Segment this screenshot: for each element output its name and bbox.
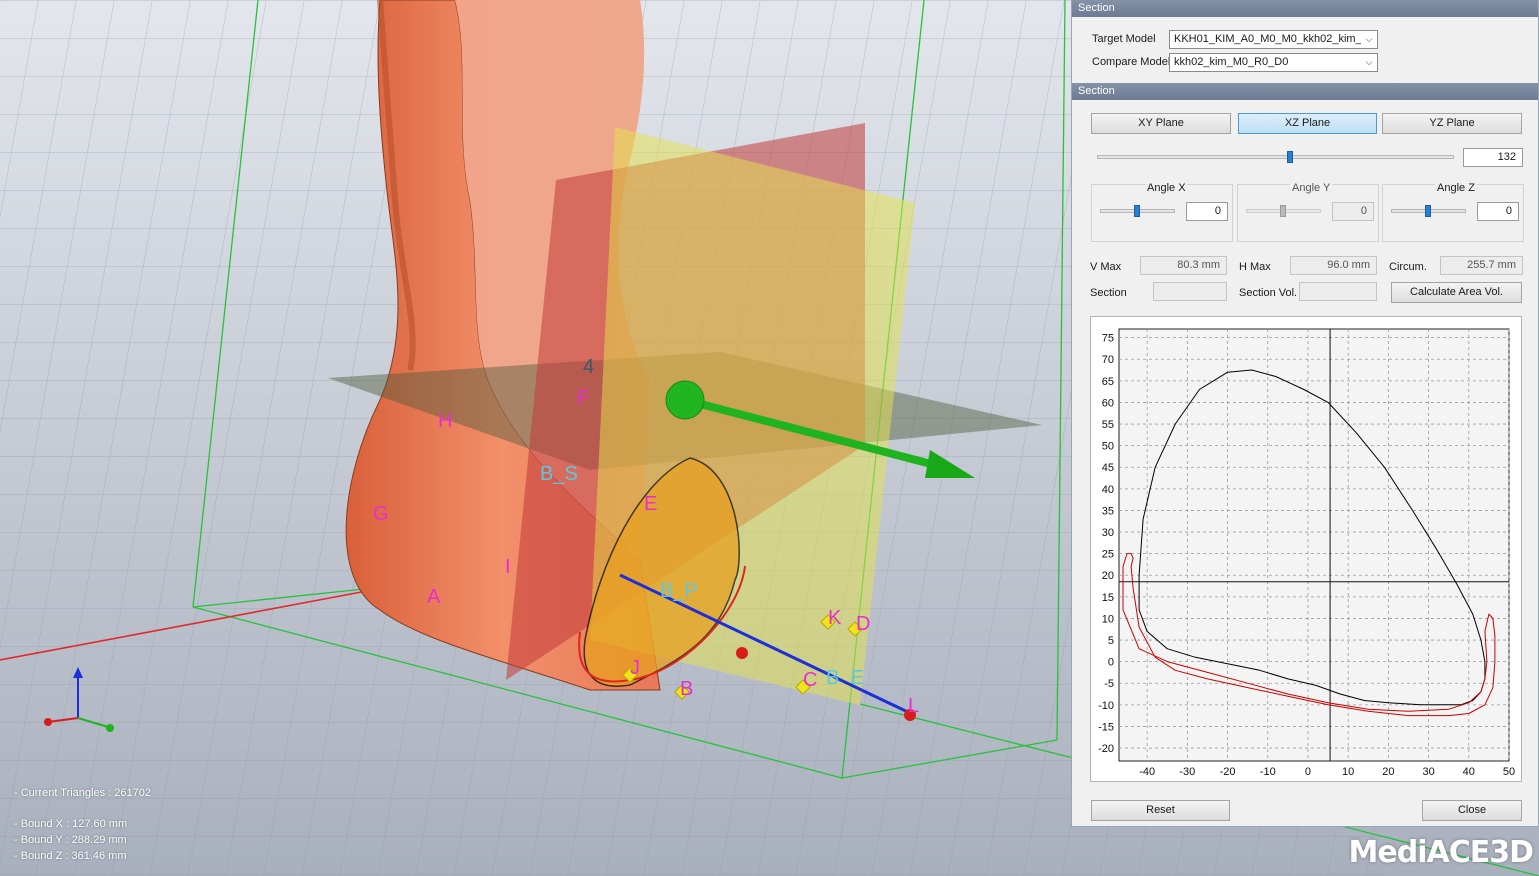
chart-svg: -40 -30 -20 -10 0 10 20 30 40 5075706560555045403… bbox=[1098, 328, 1515, 778]
angle-z-group: Angle Z 0 bbox=[1382, 182, 1524, 242]
compare-model-select[interactable]: kkh02_kim_M0_R0_D0 ⌵ bbox=[1169, 53, 1378, 72]
xy-plane-button[interactable]: XY Plane bbox=[1091, 113, 1231, 134]
marker-c: C bbox=[803, 669, 817, 691]
angle-x-field[interactable]: 0 bbox=[1186, 202, 1228, 221]
angle-y-field: 0 bbox=[1332, 202, 1374, 221]
position-slider-track[interactable] bbox=[1097, 155, 1454, 159]
chevron-down-icon: ⌵ bbox=[1361, 31, 1377, 48]
y-tick-label: 25 bbox=[1102, 549, 1114, 561]
y-tick-label: 55 bbox=[1102, 419, 1114, 431]
angle-y-slider-thumb bbox=[1280, 205, 1286, 217]
marker-i: I bbox=[505, 556, 511, 578]
x-tick-label: 20 bbox=[1382, 766, 1394, 778]
angle-x-group: Angle X 0 bbox=[1091, 182, 1233, 242]
marker-4: 4 bbox=[583, 356, 594, 378]
x-tick-label: 10 bbox=[1342, 766, 1354, 778]
marker-a: A bbox=[427, 586, 441, 608]
target-model-select[interactable]: KKH01_KIM_A0_M0_M0_kkh02_kim_M( ⌵ bbox=[1169, 30, 1378, 49]
triangle-count: - Current Triangles : 261702 bbox=[14, 787, 151, 799]
angle-y-group: Angle Y 0 bbox=[1237, 182, 1379, 242]
x-tick-label: -30 bbox=[1179, 766, 1195, 778]
y-tick-label: 0 bbox=[1108, 657, 1114, 669]
marker-e-top: E bbox=[644, 493, 657, 515]
marker-e2: E bbox=[851, 667, 864, 689]
y-tick-label: -10 bbox=[1098, 700, 1114, 712]
y-tick-label: 60 bbox=[1102, 397, 1114, 409]
angle-z-slider-thumb[interactable] bbox=[1425, 205, 1431, 217]
y-tick-label: -20 bbox=[1098, 743, 1114, 755]
reset-button[interactable]: Reset bbox=[1091, 800, 1230, 821]
y-tick-label: -15 bbox=[1098, 721, 1114, 733]
close-button[interactable]: Close bbox=[1422, 800, 1522, 821]
y-tick-label: 20 bbox=[1102, 570, 1114, 582]
panel-header-section: Section bbox=[1072, 0, 1538, 17]
y-tick-label: 45 bbox=[1102, 462, 1114, 474]
bound-x: - Bound X : 127.60 mm bbox=[14, 818, 128, 830]
bound-z: - Bound Z : 361.46 mm bbox=[14, 850, 127, 862]
marker-b2: B bbox=[826, 667, 839, 689]
circum-field: 255.7 mm bbox=[1440, 256, 1523, 275]
hmax-field: 96.0 mm bbox=[1290, 256, 1377, 275]
yz-plane-button[interactable]: YZ Plane bbox=[1382, 113, 1522, 134]
section-label: Section bbox=[1090, 287, 1127, 299]
x-tick-label: 50 bbox=[1503, 766, 1515, 778]
y-tick-label: 10 bbox=[1102, 613, 1114, 625]
panel-header-section-2: Section bbox=[1072, 83, 1538, 100]
marker-k: K bbox=[828, 607, 842, 629]
xz-plane-button[interactable]: XZ Plane bbox=[1238, 113, 1377, 134]
calculate-area-vol-button[interactable]: Calculate Area Vol. bbox=[1391, 282, 1522, 303]
y-tick-label: 5 bbox=[1108, 635, 1114, 647]
section-vol-field bbox=[1299, 282, 1377, 301]
marker-b-s: B_S bbox=[540, 463, 578, 485]
compare-model-label: Compare Model bbox=[1092, 56, 1171, 68]
y-tick-label: 15 bbox=[1102, 592, 1114, 604]
marker-b: B bbox=[680, 678, 693, 700]
x-tick-label: 40 bbox=[1463, 766, 1475, 778]
chevron-down-icon: ⌵ bbox=[1361, 54, 1377, 71]
marker-f: F bbox=[577, 387, 589, 409]
mediace3d-logo: MediACE3D bbox=[1348, 835, 1534, 870]
section-profile-chart: -40 -30 -20 -10 0 10 20 30 40 50 75 70 65 60 55 50 45 40 3… bbox=[1090, 316, 1522, 782]
angle-z-label: Angle Z bbox=[1435, 182, 1477, 194]
section-field bbox=[1153, 282, 1227, 301]
position-value-field[interactable]: 132 bbox=[1463, 148, 1523, 167]
target-model-label: Target Model bbox=[1092, 33, 1156, 45]
y-tick-label: 40 bbox=[1102, 484, 1114, 496]
y-tick-label: 50 bbox=[1102, 441, 1114, 453]
marker-h: H bbox=[438, 410, 452, 432]
position-slider-thumb[interactable] bbox=[1287, 151, 1293, 163]
plot-area bbox=[1118, 328, 1510, 762]
x-tick-label: -40 bbox=[1139, 766, 1155, 778]
x-tick-label: 30 bbox=[1422, 766, 1434, 778]
y-tick-label: 75 bbox=[1102, 333, 1114, 345]
target-model-value: KKH01_KIM_A0_M0_M0_kkh02_kim_M( bbox=[1174, 33, 1375, 45]
vmax-field: 80.3 mm bbox=[1140, 256, 1227, 275]
bound-y: - Bound Y : 288.29 mm bbox=[14, 834, 127, 846]
vmax-label: V Max bbox=[1090, 261, 1122, 273]
y-tick-label: 30 bbox=[1102, 527, 1114, 539]
marker-j: J bbox=[630, 657, 640, 679]
x-tick-label: 0 bbox=[1305, 766, 1311, 778]
marker-d: D bbox=[856, 613, 870, 635]
angle-z-field[interactable]: 0 bbox=[1477, 202, 1519, 221]
hmax-label: H Max bbox=[1239, 261, 1271, 273]
section-vol-label: Section Vol. bbox=[1239, 287, 1298, 299]
y-tick-label: 35 bbox=[1102, 505, 1114, 517]
x-tick-label: -10 bbox=[1260, 766, 1276, 778]
circum-label: Circum. bbox=[1389, 261, 1427, 273]
marker-l: L bbox=[908, 695, 919, 717]
angle-y-label: Angle Y bbox=[1290, 182, 1333, 194]
x-tick-label: -20 bbox=[1220, 766, 1236, 778]
y-tick-label: 70 bbox=[1102, 354, 1114, 366]
marker-g: G bbox=[373, 503, 389, 525]
compare-model-value: kkh02_kim_M0_R0_D0 bbox=[1174, 56, 1289, 68]
y-tick-label: -5 bbox=[1104, 678, 1114, 690]
angle-x-slider-thumb[interactable] bbox=[1134, 205, 1140, 217]
angle-x-label: Angle X bbox=[1145, 182, 1188, 194]
marker-b-p: B_P bbox=[660, 580, 698, 602]
y-tick-label: 65 bbox=[1102, 376, 1114, 388]
